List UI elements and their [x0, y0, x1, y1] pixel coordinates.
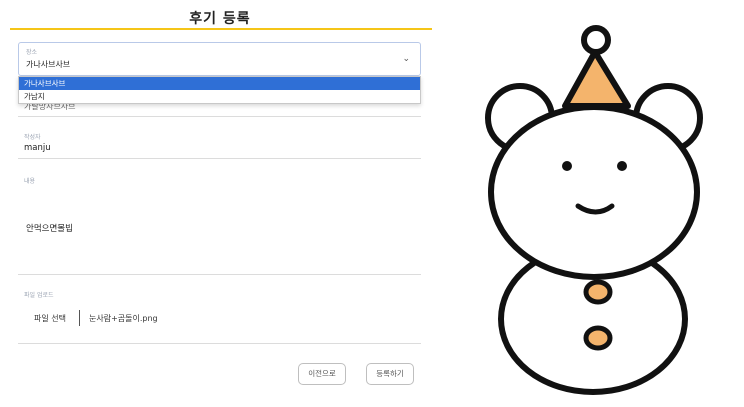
place-value: 가나사브사브: [26, 60, 71, 69]
divider: [18, 343, 421, 344]
file-name: 눈사람+곰돌이.png: [89, 314, 158, 323]
file-select-button[interactable]: 파일 선택: [30, 313, 70, 324]
submit-button[interactable]: 등록하기: [366, 363, 414, 385]
divider: [18, 116, 421, 117]
content-textarea[interactable]: 안먹으면몰빕: [26, 222, 73, 234]
place-dropdown: 가나사브사브 가남지: [18, 76, 421, 104]
place-select[interactable]: 장소 가나사브사브 ⌄: [18, 42, 421, 76]
title-underline: [10, 28, 432, 30]
page-title: 후기 등록: [189, 11, 251, 27]
chevron-down-icon[interactable]: ⌄: [402, 54, 410, 64]
place-option[interactable]: 가나사브사브: [19, 77, 420, 90]
place-label: 장소: [26, 49, 38, 56]
review-form: 후기 등록 장소 가나사브사브 ⌄ 가나사브사브 가남지 가랄망사브사브 작성자…: [0, 0, 440, 407]
snowman-bear-icon: [485, 25, 703, 395]
author-field[interactable]: manju: [24, 143, 51, 153]
author-label: 작성자: [24, 134, 41, 141]
place-option[interactable]: 가남지: [19, 90, 420, 103]
upload-label: 파일 업로드: [24, 292, 54, 299]
divider: [18, 274, 421, 275]
content-label: 내용: [24, 178, 36, 185]
prev-button[interactable]: 이전으로: [298, 363, 346, 385]
divider: [18, 158, 421, 159]
file-separator: [79, 310, 80, 326]
